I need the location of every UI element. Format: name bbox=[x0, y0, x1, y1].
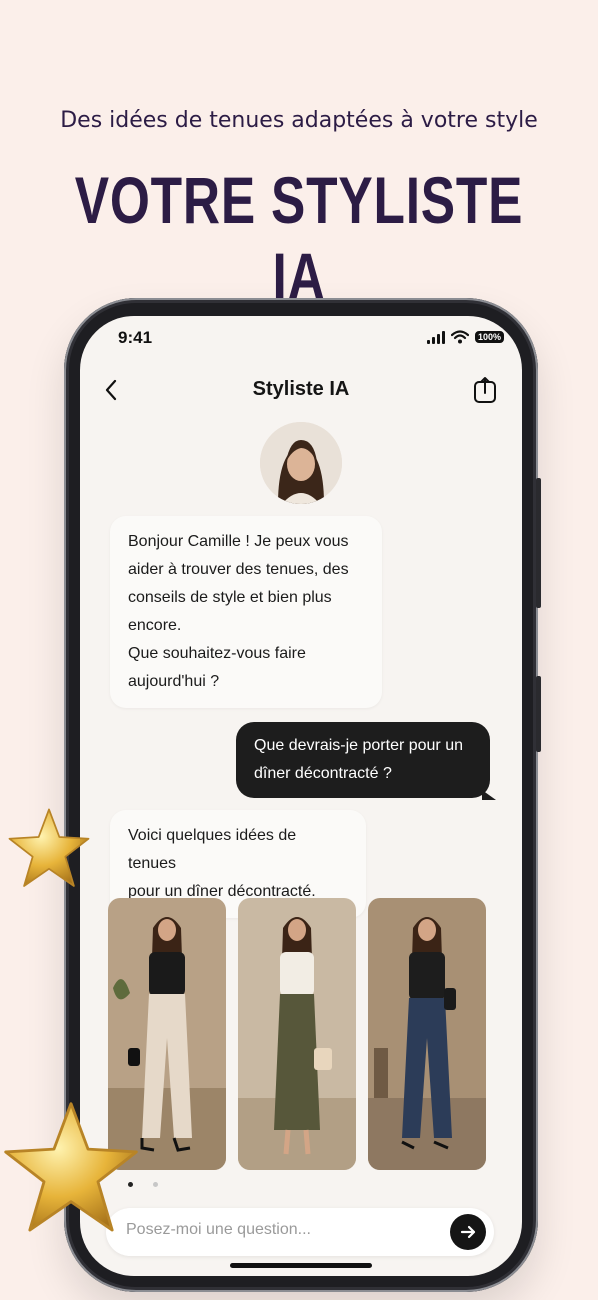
side-button bbox=[536, 676, 541, 752]
message-line: aider à trouver des tenues, des bbox=[128, 561, 349, 578]
side-button bbox=[536, 478, 541, 608]
battery-icon: 100% bbox=[474, 331, 504, 343]
home-indicator bbox=[230, 1263, 372, 1268]
send-button[interactable] bbox=[450, 1214, 486, 1250]
message-input-bar bbox=[106, 1208, 494, 1256]
outfit-card[interactable] bbox=[368, 898, 486, 1170]
signal-icon bbox=[426, 330, 445, 344]
star-icon bbox=[4, 1102, 138, 1232]
chat-title: Styliste IA bbox=[252, 378, 350, 400]
message-line: aujourd'hui ? bbox=[128, 673, 220, 690]
message-line: Que souhaitez-vous faire bbox=[128, 645, 306, 662]
message-line: Bonjour Camille ! Je peux vous bbox=[128, 533, 349, 550]
message-line: Que devrais-je porter pour un bbox=[254, 737, 463, 754]
headline: VOTRE STYLISTE IA bbox=[74, 163, 524, 313]
phone-screen: 9:41 100% Styliste IA Bonjour Camille ! … bbox=[80, 316, 522, 1276]
star-icon bbox=[8, 808, 90, 887]
status-icons: 100% bbox=[426, 330, 504, 344]
message-line: encore. bbox=[128, 617, 182, 634]
outfit-carousel[interactable] bbox=[108, 898, 486, 1170]
wifi-icon bbox=[450, 330, 469, 344]
stylist-avatar bbox=[260, 422, 342, 504]
bubble-tail bbox=[482, 790, 496, 800]
carousel-dot[interactable] bbox=[153, 1182, 158, 1187]
share-icon[interactable] bbox=[472, 376, 498, 404]
outfit-card[interactable] bbox=[238, 898, 356, 1170]
message-line: dîner décontracté ? bbox=[254, 765, 392, 782]
user-message: Que devrais-je porter pour un dîner déco… bbox=[236, 722, 496, 800]
arrow-right-icon bbox=[460, 1225, 476, 1239]
message-line: Voici quelques idées de tenues bbox=[128, 827, 297, 872]
status-time: 9:41 bbox=[118, 328, 153, 347]
ai-message: Bonjour Camille ! Je peux vous aider à t… bbox=[110, 516, 382, 708]
message-input[interactable] bbox=[124, 1220, 428, 1240]
tagline: Des idées de tenues adaptées à votre sty… bbox=[60, 108, 538, 133]
message-line: conseils de style et bien plus bbox=[128, 589, 332, 606]
